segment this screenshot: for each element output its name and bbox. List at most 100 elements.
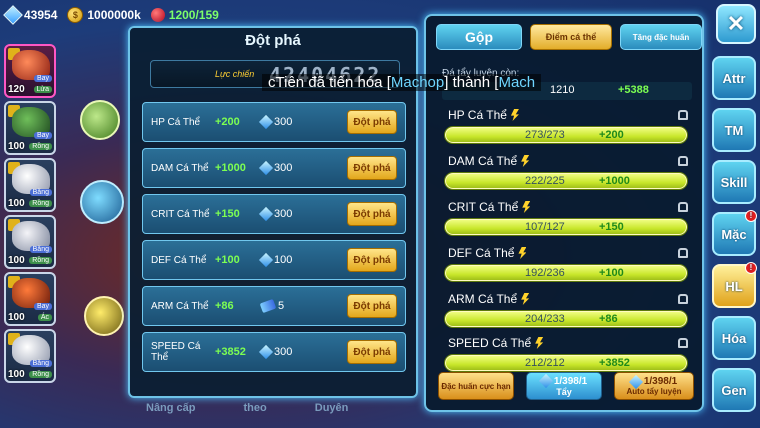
team-slot[interactable]: Bay Rồng 100 xyxy=(4,101,56,155)
breakthrough-button[interactable]: Đột phá xyxy=(347,248,397,272)
stat-cost: 300 xyxy=(258,114,341,130)
sidebar-mac[interactable]: Mặc! xyxy=(712,210,757,256)
egg-orb-icon[interactable] xyxy=(84,296,124,336)
reward-orb-icon[interactable] xyxy=(80,100,120,140)
stat-name: DAM Cá Thể xyxy=(151,162,209,174)
auto-wash-button[interactable]: 1/398/1 Auto tẩy luyện xyxy=(614,372,694,400)
wash-button[interactable]: 1/398/1 Tẩy xyxy=(526,372,602,400)
stat-label: CRIT Cá Thể xyxy=(448,200,531,214)
stat-name: CRIT Cá Thể xyxy=(151,208,210,220)
total-value: 1210 xyxy=(550,84,575,96)
lock-icon[interactable] xyxy=(678,156,688,166)
sidebar-hl[interactable]: HL! xyxy=(712,262,757,308)
type-tag-2: Rồng xyxy=(29,200,52,207)
sidebar-skill[interactable]: Skill xyxy=(712,160,756,204)
lock-icon[interactable] xyxy=(678,110,688,120)
type-tag-2: Rồng xyxy=(29,371,52,378)
stat-bar: 222/225 +1000 xyxy=(444,172,688,190)
stat-bonus: +3852 xyxy=(215,346,246,358)
sidebar-gen[interactable]: Gen xyxy=(712,368,756,412)
stat-bonus: +100 xyxy=(215,254,240,266)
stat-add: +3852 xyxy=(599,357,630,369)
team-slot[interactable]: Bay Ác 100 xyxy=(4,272,56,326)
berry-icon xyxy=(150,8,165,22)
team-slot[interactable]: Băng Rồng 100 xyxy=(4,329,56,383)
menu-theo[interactable]: theo xyxy=(244,402,267,414)
breakthrough-row: SPEED Cá Thể +3852 300 Đột phá xyxy=(142,332,406,372)
stat-label: DEF Cá Thể xyxy=(448,246,527,260)
lock-icon[interactable] xyxy=(678,338,688,348)
stat-add: +200 xyxy=(599,129,624,141)
gem-icon xyxy=(3,5,23,25)
menu-bond[interactable]: Duyên xyxy=(315,402,349,414)
sidebar-hoa[interactable]: Hóa xyxy=(712,316,756,360)
stat-add: +100 xyxy=(599,267,624,279)
lightning-icon xyxy=(521,155,530,167)
evolution-notice: cTiên đã tiến hóa [Machop] thành [Mach xyxy=(262,74,542,91)
close-button[interactable]: ✕ xyxy=(716,4,756,44)
breakthrough-row: DAM Cá Thể +1000 300 Đột phá xyxy=(142,148,406,188)
breakthrough-button[interactable]: Đột phá xyxy=(347,340,397,364)
team-slot[interactable]: Băng Rồng 100 xyxy=(4,158,56,212)
breakthrough-button[interactable]: Đột phá xyxy=(347,156,397,180)
level-label: 120 xyxy=(8,84,25,95)
notice-prefix: cTiên đã tiến hóa [ xyxy=(268,74,391,91)
gem-value: 43954 xyxy=(24,8,58,22)
stat-current: 273/273 xyxy=(525,129,565,141)
breakthrough-button[interactable]: Đột phá xyxy=(347,110,397,134)
cost-value: 100 xyxy=(274,254,293,266)
type-tag-1: Băng xyxy=(29,360,52,367)
sidebar-attr[interactable]: Attr xyxy=(712,56,756,100)
stat-bar: 204/233 +86 xyxy=(444,310,688,328)
special-training-button[interactable]: Đặc huấn cực hạn xyxy=(438,372,514,400)
stat-current: 107/127 xyxy=(525,221,565,233)
breakthrough-button[interactable]: Đột phá xyxy=(347,202,397,226)
total-bonus: +5388 xyxy=(618,84,649,96)
lock-icon[interactable] xyxy=(678,202,688,212)
stat-name: HP Cá Thể xyxy=(151,116,201,128)
cost-value: 300 xyxy=(274,162,293,174)
level-label: 100 xyxy=(8,312,25,323)
notification-badge: ! xyxy=(745,210,757,222)
type-tag-1: Bay xyxy=(33,75,52,82)
type-tag-2: Ác xyxy=(37,314,52,321)
team-slot[interactable]: Băng Rồng 100 xyxy=(4,215,56,269)
gem-icon xyxy=(258,114,274,130)
stat-name: CRIT Cá Thể xyxy=(448,200,519,214)
level-label: 100 xyxy=(8,255,25,266)
menu-upgrade[interactable]: Nâng cấp xyxy=(146,402,196,414)
auto-wash-cost: 1/398/1 xyxy=(628,374,677,389)
stat-name: ARM Cá Thể xyxy=(448,292,518,306)
lightning-icon xyxy=(518,247,527,259)
notice-mid: ] thành [ xyxy=(444,74,499,91)
tab-individual-points[interactable]: Điểm cá thể xyxy=(530,24,612,50)
type-tag-1: Băng xyxy=(29,246,52,253)
stat-current: 204/233 xyxy=(525,313,565,325)
lock-icon[interactable] xyxy=(678,294,688,304)
sidebar-label: Hóa xyxy=(721,330,747,346)
stat-label: SPEED Cá Thể xyxy=(448,336,544,350)
stat-bar: 107/127 +150 xyxy=(444,218,688,236)
cost-value: 5 xyxy=(278,300,285,312)
stat-bonus: +200 xyxy=(215,116,240,128)
sidebar-label: Skill xyxy=(720,174,748,190)
notice-from: Machop xyxy=(390,74,445,91)
breakthrough-button[interactable]: Đột phá xyxy=(347,294,397,318)
stat-label: DAM Cá Thể xyxy=(448,154,530,168)
tab-special-training[interactable]: Tăng đặc huấn xyxy=(620,24,702,50)
dialog-title: Đột phá xyxy=(245,32,301,49)
stat-cost: 5 xyxy=(259,298,341,314)
type-tag-1: Bay xyxy=(33,303,52,310)
sidebar-tm[interactable]: TM xyxy=(712,108,756,152)
team-slot[interactable]: Bay Lửa 120 xyxy=(4,44,56,98)
breakthrough-row: CRIT Cá Thể +150 300 Đột phá xyxy=(142,194,406,234)
lightning-icon xyxy=(510,109,519,121)
stat-name: DEF Cá Thể xyxy=(151,254,207,266)
gem-icon xyxy=(258,160,274,176)
gem-icon xyxy=(258,344,274,360)
gem-counter: 43954 xyxy=(3,5,58,25)
lock-icon[interactable] xyxy=(678,248,688,258)
tab-merge[interactable]: Gộp xyxy=(436,24,522,50)
lock-orb-icon[interactable] xyxy=(80,180,124,224)
stat-current: 212/212 xyxy=(525,357,565,369)
